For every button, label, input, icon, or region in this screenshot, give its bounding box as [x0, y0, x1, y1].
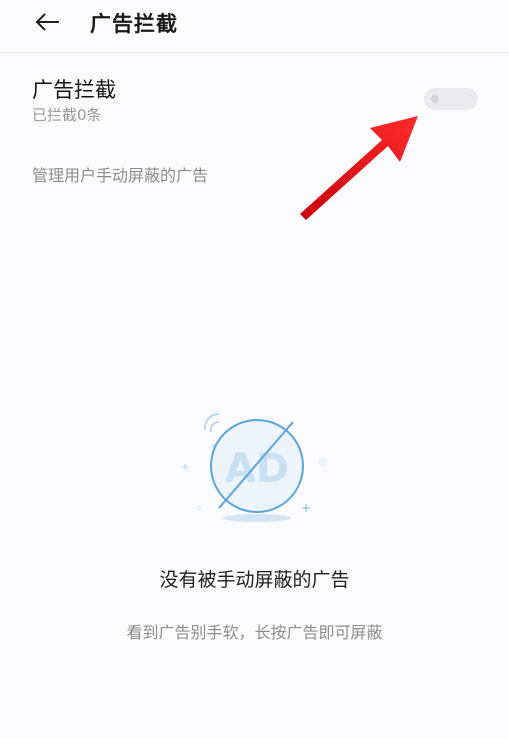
- empty-state-hint: 看到广告别手软，长按广告即可屏蔽: [126, 623, 383, 642]
- svg-text:+: +: [301, 501, 311, 515]
- manage-blocked-ads-link[interactable]: 管理用户手动屏蔽的广告: [32, 162, 208, 186]
- back-button[interactable]: [30, 6, 66, 38]
- ad-block-toggle[interactable]: [424, 88, 478, 110]
- page-title: 广告拦截: [90, 12, 178, 36]
- arrow-left-icon: [35, 13, 59, 31]
- svg-text:AD: AD: [225, 446, 289, 492]
- toggle-knob: [431, 95, 439, 103]
- ad-block-setting-row[interactable]: 广告拦截 已拦截0条: [0, 68, 509, 132]
- svg-text:+: +: [181, 462, 189, 473]
- ad-block-page: 广告拦截 广告拦截 已拦截0条 管理用户手动屏蔽的广告 + + AD 没有被手动…: [0, 0, 509, 739]
- top-bar: 广告拦截: [0, 0, 509, 53]
- ad-blocked-icon: + + AD: [181, 412, 328, 522]
- empty-state-title: 没有被手动屏蔽的广告: [159, 569, 350, 591]
- blocked-count-label: 已拦截0条: [32, 106, 102, 124]
- setting-title: 广告拦截: [32, 78, 116, 102]
